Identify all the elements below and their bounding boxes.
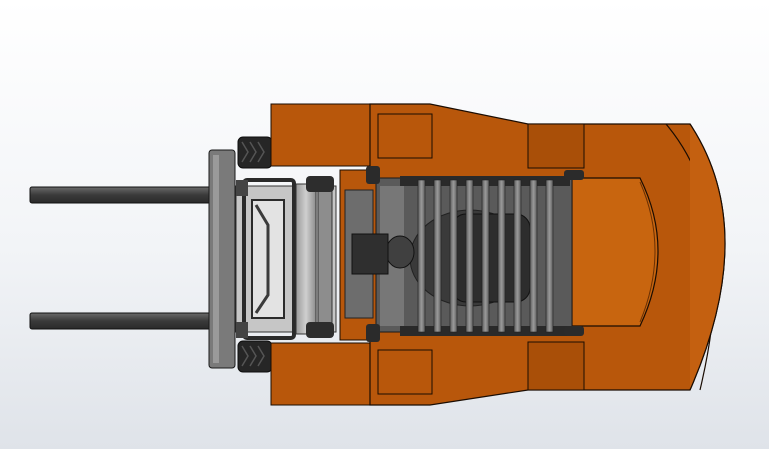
operator-compartment — [351, 177, 573, 333]
mast-assembly — [235, 176, 337, 340]
front-right-tire — [237, 340, 273, 373]
front-left-tire — [237, 136, 273, 169]
fork-tines — [29, 186, 213, 330]
fork-carriage — [208, 149, 236, 369]
cad-viewport[interactable] — [0, 0, 769, 449]
forklift-model — [29, 103, 726, 406]
